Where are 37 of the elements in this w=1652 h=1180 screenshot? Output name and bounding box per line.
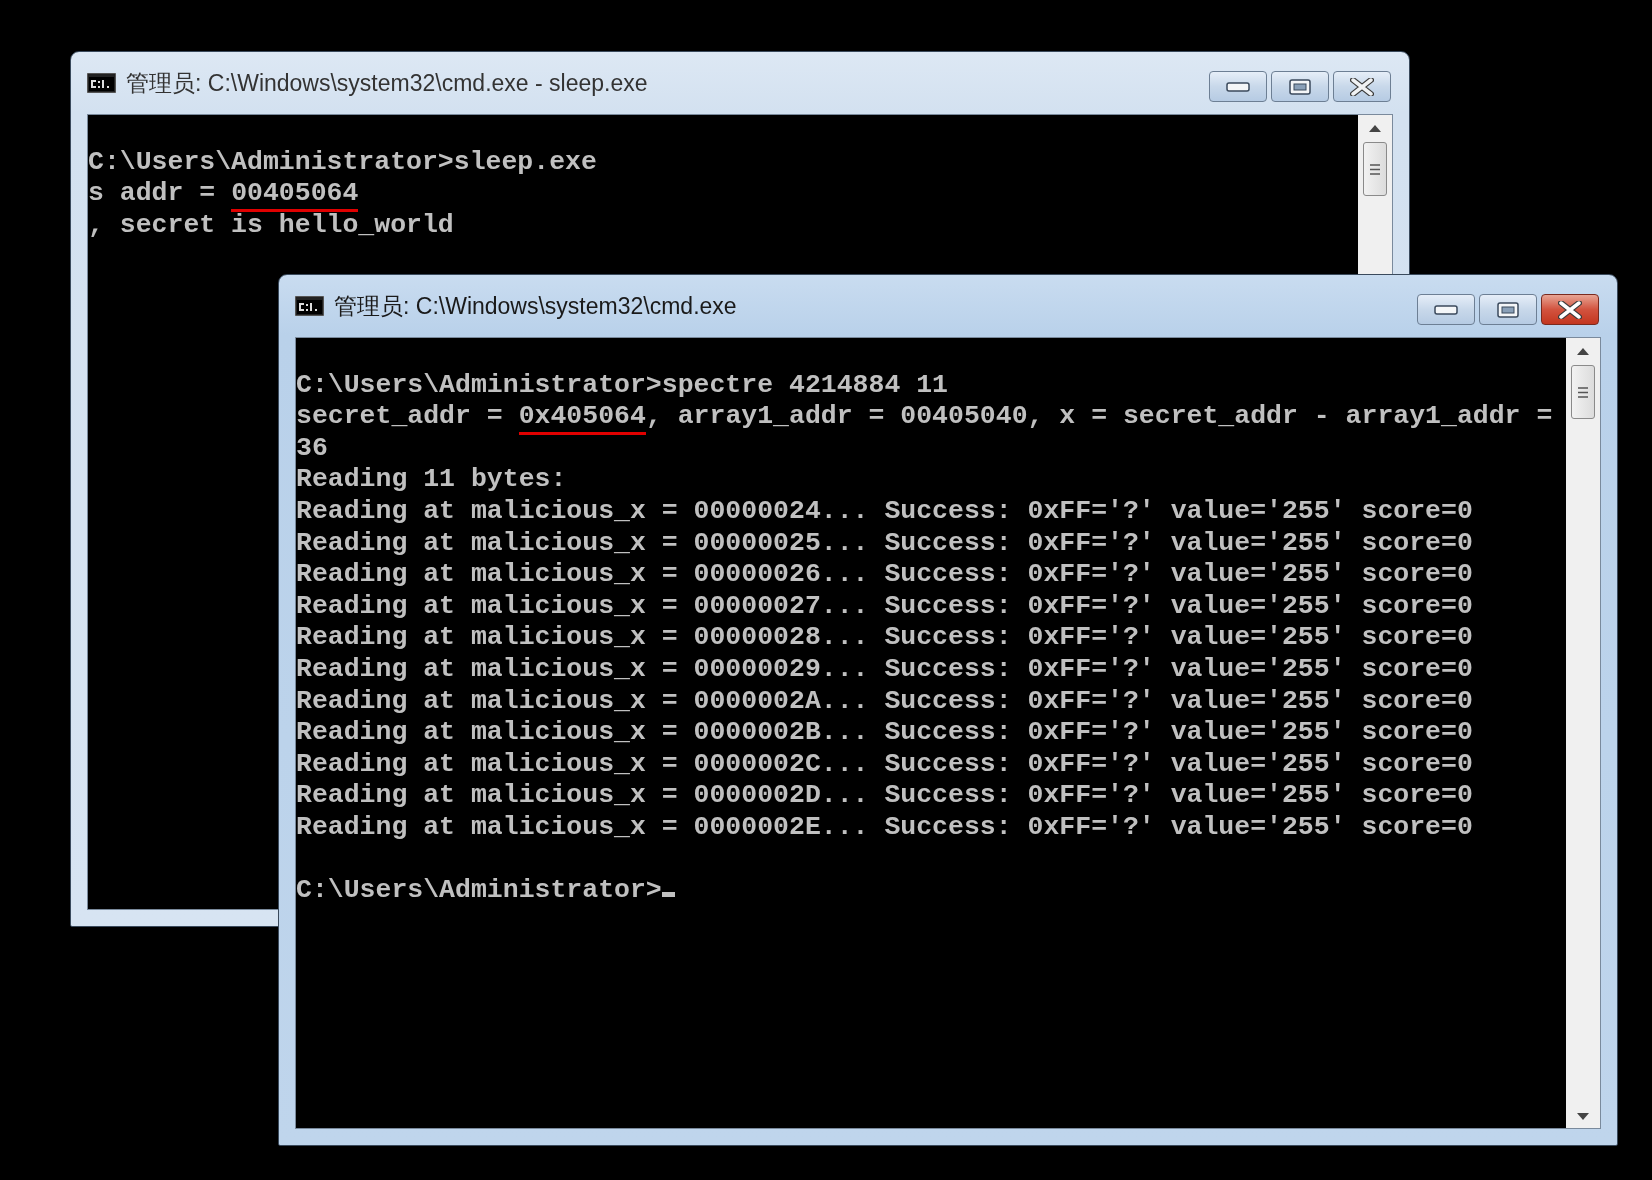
scroll-up-arrow-icon[interactable] — [1369, 125, 1381, 132]
console-line: C:\Users\Administrator>sleep.exe — [88, 146, 597, 179]
scroll-up-arrow-icon[interactable] — [1577, 348, 1589, 355]
console-line: , secret is hello_world — [88, 209, 454, 242]
maximize-icon — [1289, 78, 1311, 95]
console-line: Reading at malicious_x = 00000027... Success: 0xFF='?' value='255' score=0 — [296, 590, 1473, 623]
close-button[interactable] — [1541, 294, 1599, 325]
maximize-icon — [1497, 301, 1519, 318]
console-line: Reading at malicious_x = 00000029... Success: 0xFF='?' value='255' score=0 — [296, 653, 1473, 686]
scroll-thumb[interactable] — [1571, 365, 1595, 419]
minimize-button[interactable] — [1417, 294, 1475, 325]
console-line: Reading at malicious_x = 00000025... Success: 0xFF='?' value='255' score=0 — [296, 527, 1473, 560]
console-line: s addr = 00405064 — [88, 178, 359, 210]
console-icon — [87, 73, 116, 93]
console-line: Reading 11 bytes: — [296, 464, 567, 496]
scroll-thumb[interactable] — [1363, 142, 1387, 196]
console-line: Reading at malicious_x = 0000002B... Success: 0xFF='?' value='255' score=0 — [296, 717, 1473, 749]
close-icon — [1558, 300, 1582, 319]
console-line: Reading at malicious_x = 0000002C... Success: 0xFF='?' value='255' score=0 — [296, 748, 1473, 781]
scroll-down-arrow-icon[interactable] — [1577, 1113, 1589, 1120]
console-line: secret_addr = 0x405064, array1_addr = 00405040, x = secret_addr - array1_addr = — [296, 401, 1553, 433]
console-line: 36 — [296, 432, 328, 465]
maximize-button[interactable] — [1479, 294, 1537, 325]
minimize-icon — [1434, 304, 1458, 315]
console-line: Reading at malicious_x = 0000002A... Success: 0xFF='?' value='255' score=0 — [296, 685, 1473, 718]
console-icon — [295, 296, 324, 316]
console-line: Reading at malicious_x = 0000002D... Success: 0xFF='?' value='255' score=0 — [296, 780, 1473, 812]
console-line: Reading at malicious_x = 00000026... Success: 0xFF='?' value='255' score=0 — [296, 559, 1473, 591]
window-title: 管理员: C:\Windows\system32\cmd.exe — [334, 291, 737, 321]
console-line: C:\Users\Administrator> — [296, 875, 675, 907]
console-line: Reading at malicious_x = 00000028... Success: 0xFF='?' value='255' score=0 — [296, 622, 1473, 654]
minimize-icon — [1226, 81, 1250, 92]
window-title: 管理员: C:\Windows\system32\cmd.exe - sleep.exe — [126, 68, 648, 98]
close-icon — [1350, 77, 1374, 96]
console-line: Reading at malicious_x = 0000002E... Success: 0xFF='?' value='255' score=0 — [296, 811, 1473, 844]
console-line: C:\Users\Administrator>spectre 4214884 11 — [296, 369, 948, 402]
console-line: Reading at malicious_x = 00000024... Success: 0xFF='?' value='255' score=0 — [296, 495, 1473, 528]
